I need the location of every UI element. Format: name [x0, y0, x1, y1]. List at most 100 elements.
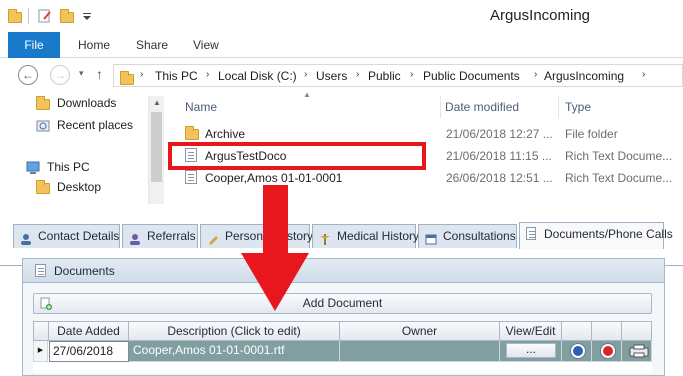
navigation-bar: ← → ▾ ↑ › This PC › Local Disk (C:) › Us… [0, 58, 683, 92]
nav-item-label: Downloads [57, 96, 117, 110]
home-tab[interactable]: Home [78, 32, 110, 58]
address-bar[interactable]: › This PC › Local Disk (C:) › Users › Pu… [113, 64, 683, 87]
annotation-arrow-icon [241, 253, 309, 311]
breadcrumb-separator[interactable]: › [304, 69, 307, 80]
print-cell [622, 341, 652, 362]
patient-record-window: Contact Details Referrals Personal Histo… [0, 204, 683, 376]
printer-icon [629, 344, 649, 358]
file-type: Rich Text Docume... [565, 149, 673, 163]
tab-label: Documents/Phone Calls [544, 227, 673, 241]
info-cell [562, 341, 592, 362]
back-button[interactable]: ← [18, 65, 38, 85]
column-header-owner[interactable]: Owner [340, 321, 500, 341]
column-header-info [562, 321, 592, 341]
breadcrumb-separator[interactable]: › [140, 69, 143, 80]
tab-consultations[interactable]: Consultations [418, 224, 517, 248]
ribbon: File Home Share View [0, 32, 683, 58]
documents-table: Date Added Description (Click to edit) O… [33, 321, 652, 373]
contact-icon [20, 230, 32, 245]
column-header-date-added[interactable]: Date Added [49, 321, 129, 341]
referrals-icon [129, 230, 141, 245]
breadcrumb-separator[interactable]: › [534, 69, 537, 80]
add-document-label: Add Document [302, 296, 383, 310]
window-title: ArgusIncoming [489, 7, 591, 24]
breadcrumb-this-pc[interactable]: This PC [155, 69, 198, 83]
file-explorer-window: ArgusIncoming File Home Share View ← → ▾… [0, 0, 683, 204]
add-document-button[interactable]: Add Document [33, 293, 652, 314]
file-date: 26/06/2018 12:51 ... [446, 171, 553, 185]
view-edit-button[interactable]: ... [506, 343, 556, 358]
file-name: Cooper,Amos 01-01-0001 [205, 171, 343, 185]
document-icon [526, 227, 538, 240]
column-header-view-edit[interactable]: View/Edit [500, 321, 562, 341]
recent-places-icon [36, 119, 50, 132]
computer-icon [26, 161, 40, 174]
row-selector-icon[interactable]: ▶ [33, 341, 48, 362]
file-row-cooper-amos[interactable]: Cooper,Amos 01-01-0001 26/06/2018 12:51 … [165, 167, 683, 189]
tab-strip: Contact Details Referrals Personal Histo… [0, 222, 683, 266]
title-bar: ArgusIncoming [0, 0, 683, 32]
delete-cell [592, 341, 622, 362]
column-header-type[interactable]: Type [565, 96, 591, 118]
file-type: File folder [565, 127, 618, 141]
column-header-name[interactable]: Name [185, 96, 217, 118]
print-button[interactable] [629, 344, 649, 358]
recent-locations-dropdown[interactable]: ▾ [79, 68, 84, 79]
breadcrumb-local-disk[interactable]: Local Disk (C:) [218, 69, 297, 83]
tab-personal-history[interactable]: Personal History [200, 224, 313, 248]
breadcrumb-users[interactable]: Users [316, 69, 347, 83]
annotation-highlight-box [168, 142, 426, 170]
date-added-cell[interactable]: 27/06/2018 [49, 341, 129, 362]
column-divider[interactable] [558, 96, 559, 118]
column-divider[interactable] [440, 96, 441, 118]
tab-medical-history[interactable]: Medical History [312, 224, 419, 248]
navigation-pane: Downloads Recent places This PC Desktop [0, 92, 165, 204]
description-cell[interactable]: Cooper,Amos 01-01-0001.rtf [129, 341, 340, 362]
downloads-folder-icon [36, 96, 50, 110]
tab-label: Contact Details [38, 229, 120, 243]
file-type: Rich Text Docume... [565, 171, 673, 185]
scrollbar-thumb[interactable] [151, 112, 162, 182]
column-header-print [622, 321, 652, 341]
customize-toolbar-icon[interactable] [82, 9, 96, 23]
info-button[interactable] [570, 343, 586, 359]
tab-referrals[interactable]: Referrals [122, 224, 198, 248]
view-edit-cell: ... [500, 341, 562, 362]
nav-item-label: Desktop [57, 180, 102, 194]
column-header-delete [592, 321, 622, 341]
view-tab[interactable]: View [193, 32, 219, 58]
delete-button[interactable] [600, 343, 616, 359]
nav-item-label: This PC [47, 160, 90, 174]
breadcrumb-separator[interactable]: › [206, 69, 209, 80]
share-tab[interactable]: Share [136, 32, 168, 58]
owner-cell[interactable] [340, 341, 500, 362]
file-date: 21/06/2018 12:27 ... [446, 127, 553, 141]
tab-documents-phone-calls[interactable]: Documents/Phone Calls [519, 222, 673, 249]
folder-icon[interactable] [8, 9, 22, 23]
up-button[interactable]: ↑ [96, 66, 103, 82]
scroll-up-icon[interactable]: ▲ [149, 98, 165, 107]
add-document-icon [40, 297, 52, 310]
annotation-arrow-shaft [263, 185, 288, 255]
file-date: 21/06/2018 11:15 ... [446, 149, 552, 163]
tab-contact-details[interactable]: Contact Details [13, 224, 120, 248]
nav-pane-scrollbar[interactable]: ▲ [148, 96, 164, 204]
breadcrumb-separator[interactable]: › [642, 69, 645, 80]
pencil-icon [207, 230, 219, 245]
new-folder-icon[interactable] [60, 9, 74, 23]
delete-icon [603, 346, 613, 356]
forward-button[interactable]: → [50, 65, 70, 85]
file-tab[interactable]: File [8, 32, 60, 58]
properties-icon[interactable] [38, 9, 52, 23]
breadcrumb-separator[interactable]: › [410, 69, 413, 80]
breadcrumb-separator[interactable]: › [356, 69, 359, 80]
breadcrumb-public[interactable]: Public [368, 69, 401, 83]
column-header-date-modified[interactable]: Date modified [445, 96, 519, 118]
breadcrumb-argusincoming[interactable]: ArgusIncoming [544, 69, 624, 83]
folder-icon [36, 180, 50, 194]
column-header-description[interactable]: Description (Click to edit) [129, 321, 340, 341]
sort-indicator-icon: ▲ [303, 90, 311, 99]
info-icon [573, 346, 583, 356]
breadcrumb-public-documents[interactable]: Public Documents [423, 69, 520, 83]
caduceus-icon [319, 230, 331, 245]
